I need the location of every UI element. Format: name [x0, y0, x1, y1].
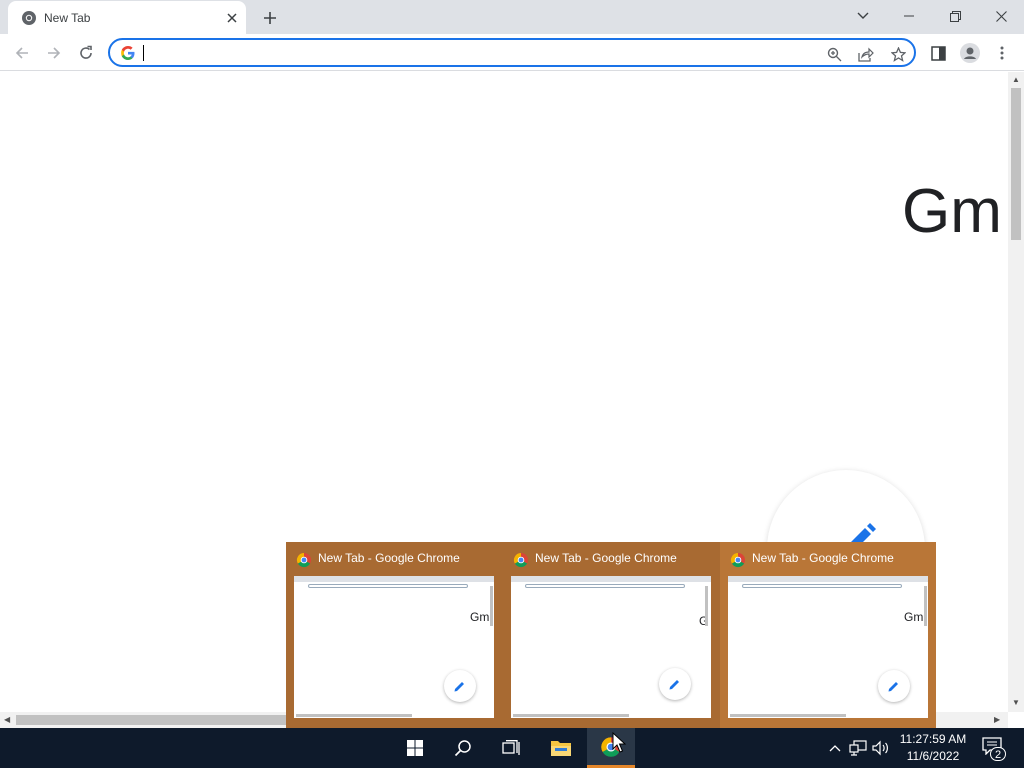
- network-button[interactable]: [848, 738, 868, 758]
- task-view-button[interactable]: [487, 728, 535, 768]
- window-preview[interactable]: New Tab - Google Chrome Gm: [286, 542, 502, 728]
- chrome-icon: [730, 552, 745, 568]
- chrome-icon: [296, 552, 311, 568]
- window-preview[interactable]: New Tab - Google Chrome G: [503, 542, 719, 728]
- preview-thumbnail: G: [511, 576, 711, 718]
- preview-gmail-label: Gm: [904, 610, 924, 624]
- star-icon: [890, 46, 906, 62]
- browser-tab[interactable]: New Tab: [8, 1, 246, 34]
- preview-gmail-label: Gm: [470, 610, 490, 624]
- back-arrow-icon: [15, 47, 28, 59]
- clock-date: 11/6/2022: [906, 749, 960, 763]
- google-g-icon: [121, 46, 135, 60]
- share-icon: [858, 47, 874, 62]
- reload-button[interactable]: [72, 39, 100, 67]
- omnibox[interactable]: [108, 38, 916, 67]
- preview-edit-button: [444, 670, 476, 702]
- tab-strip: New Tab: [0, 0, 1024, 34]
- file-explorer-icon: [551, 741, 571, 756]
- tab-close-button[interactable]: [223, 9, 241, 27]
- taskbar: 11:27:59 AM 11/6/2022 2: [0, 728, 1024, 768]
- file-explorer-button[interactable]: [537, 728, 585, 768]
- profile-button[interactable]: [956, 39, 984, 67]
- preview-title: New Tab - Google Chrome: [318, 551, 460, 565]
- volume-button[interactable]: [871, 738, 891, 758]
- kebab-menu-icon: [1000, 46, 1004, 60]
- preview-thumbnail: Gm: [294, 576, 494, 718]
- text-caret: [143, 45, 144, 61]
- pencil-icon: [669, 680, 679, 690]
- window-preview[interactable]: New Tab - Google Chrome Gm: [720, 542, 936, 728]
- restore-button[interactable]: [932, 0, 978, 32]
- pencil-icon: [888, 682, 898, 692]
- close-window-button[interactable]: [978, 0, 1024, 32]
- notification-count-badge: 2: [990, 747, 1006, 761]
- task-view-icon: [502, 740, 520, 755]
- tab-title: New Tab: [44, 11, 91, 25]
- windows-start-icon: [407, 740, 423, 756]
- zoom-button[interactable]: [823, 43, 845, 65]
- scroll-up-arrow[interactable]: ▲: [1012, 75, 1020, 84]
- mouse-cursor-icon: [612, 732, 626, 753]
- search-button[interactable]: [439, 728, 487, 768]
- start-button[interactable]: [391, 728, 439, 768]
- preview-title: New Tab - Google Chrome: [752, 551, 894, 565]
- scroll-right-arrow[interactable]: ▶: [994, 715, 1000, 724]
- clock-time: 11:27:59 AM: [899, 732, 967, 746]
- preview-edit-button: [878, 670, 910, 702]
- forward-arrow-icon: [48, 47, 61, 59]
- new-tab-button[interactable]: [258, 6, 282, 30]
- system-clock[interactable]: 11:27:59 AM 11/6/2022: [896, 731, 970, 765]
- preview-edit-button: [659, 668, 691, 700]
- notification-center-button[interactable]: 2: [978, 734, 1008, 762]
- chevron-up-icon: [829, 745, 841, 752]
- back-button[interactable]: [8, 39, 36, 67]
- side-panel-button[interactable]: [924, 39, 952, 67]
- bookmark-button[interactable]: [887, 43, 909, 65]
- chrome-icon: [22, 11, 36, 25]
- show-hidden-icons-button[interactable]: [825, 738, 845, 758]
- taskbar-preview-popup: New Tab - Google Chrome Gm New Tab - Goo…: [286, 542, 936, 728]
- plus-icon: [264, 12, 276, 24]
- pencil-icon: [454, 682, 464, 692]
- tab-search-button[interactable]: [840, 0, 886, 32]
- vertical-scroll-thumb[interactable]: [1011, 88, 1021, 240]
- reload-icon: [80, 45, 92, 59]
- preview-title: New Tab - Google Chrome: [535, 551, 677, 565]
- chevron-down-icon: [857, 12, 869, 19]
- preview-thumbnail: Gm: [728, 576, 928, 718]
- scroll-left-arrow[interactable]: ◀: [4, 715, 10, 724]
- zoom-icon: [827, 47, 841, 61]
- browser-toolbar: [0, 34, 1024, 71]
- restore-icon: [949, 10, 961, 22]
- forward-button[interactable]: [40, 39, 68, 67]
- scroll-down-arrow[interactable]: ▼: [1012, 698, 1020, 707]
- share-button[interactable]: [855, 43, 877, 65]
- menu-button[interactable]: [988, 39, 1016, 67]
- vertical-scrollbar[interactable]: ▲ ▼: [1008, 72, 1024, 712]
- profile-icon: [960, 43, 980, 63]
- close-icon: [995, 10, 1007, 22]
- chrome-icon: [513, 552, 528, 568]
- minimize-button[interactable]: [886, 0, 932, 32]
- network-icon: [849, 740, 867, 756]
- side-panel-icon: [930, 45, 946, 61]
- omnibox-input[interactable]: [142, 43, 782, 63]
- speaker-icon: [872, 740, 888, 756]
- chrome-taskbar-button[interactable]: [587, 728, 635, 768]
- close-icon: [227, 13, 237, 23]
- minimize-icon: [904, 15, 914, 17]
- gmail-label[interactable]: Gm: [902, 176, 1002, 247]
- search-icon: [454, 740, 471, 757]
